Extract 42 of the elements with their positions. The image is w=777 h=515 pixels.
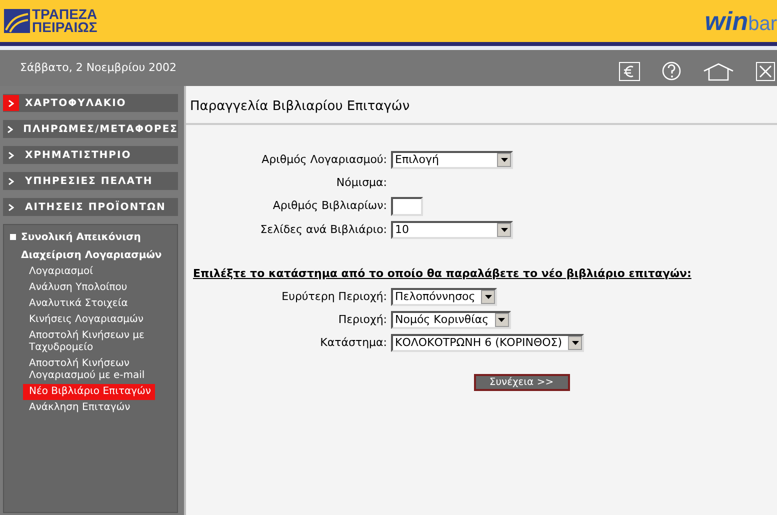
field-label: Σελίδες ανά Βιβλιάριο: (259, 222, 387, 238)
field-label: Νόμισμα: (335, 174, 387, 191)
field-label: Ευρύτερη Περιοχή: (280, 288, 387, 305)
dropdown[interactable]: Νομός Κορινθίας (391, 311, 511, 329)
field-label: Αριθμός Βιβλιαρίων: (272, 198, 387, 214)
submenu-link[interactable]: Αναλυτικά Στοιχεία (23, 296, 132, 312)
close-icon[interactable] (756, 62, 775, 81)
submenu-link[interactable]: Αποστολή Κινήσεων με Ταχυδρομείο (23, 328, 167, 356)
submenu-link[interactable]: Ανάλυση Υπολοίπου (23, 280, 132, 296)
submenu-group[interactable]: Διαχείριση Λογαριασμών (21, 246, 164, 264)
submenu-link[interactable]: Κινήσεις Λογαριασμών (23, 312, 148, 328)
submenu-link[interactable]: Λογαριασμοί (23, 264, 97, 280)
home-icon[interactable] (703, 63, 734, 81)
euro-icon[interactable] (619, 62, 640, 81)
section-heading: Επιλέξτε το κατάστημα από το οποίο θα παραλάβετε το νέο βιβλιάριο επιταγών: (193, 267, 692, 280)
help-icon[interactable] (662, 61, 681, 81)
date-text: Σάββατο, 2 Νοεμβρίου 2002 (20, 60, 177, 76)
menu-item[interactable]: ΧΑΡΤΟΦΥΛΑΚΙΟ (3, 94, 178, 112)
dropdown[interactable]: ΚΟΛΟΚΟΤΡΩΝΗ 6 (ΚΟΡΙΝΘΟΣ) (391, 334, 584, 352)
bullet-icon (10, 234, 16, 240)
chevron-icon (3, 95, 19, 111)
field-label: Κατάστημα: (319, 334, 387, 351)
field-label: Αριθμός Λογαριασμού: (260, 152, 387, 168)
menu-item[interactable]: ΧΡΗΜΑΤΙΣΤΗΡΙΟ (3, 146, 178, 164)
dropdown[interactable]: Επιλογή (391, 151, 513, 169)
brand-logo: winbar (704, 8, 777, 34)
submenu-heading[interactable]: Συνολική Απεικόνιση (4, 228, 177, 246)
dropdown[interactable]: 10 (391, 221, 513, 239)
bank-logo-text: ΠΕΙΡΑΙΩΣ (32, 21, 98, 34)
continue-button[interactable]: Συνέχεια >> (474, 374, 570, 391)
bank-logo-icon (4, 8, 30, 34)
menu-item[interactable]: ΠΛΗΡΩΜΕΣ/ΜΕΤΑΦΟΡΕΣ (3, 120, 178, 138)
submenu-link[interactable]: Ανάκληση Επιταγών (23, 400, 134, 416)
dropdown[interactable]: Πελοπόννησος (391, 288, 498, 306)
menu-item[interactable]: ΥΠΗΡΕΣΙΕΣ ΠΕΛΑΤΗ (3, 172, 178, 190)
bank-logo-text: ΤΡΑΠΕΖΑ (32, 8, 98, 21)
field-label: Περιοχή: (337, 312, 387, 328)
submenu-link[interactable]: Νέο Βιβλιάριο Επιταγών (23, 384, 155, 400)
input-field[interactable] (391, 197, 423, 216)
submenu-link[interactable]: Αποστολή Κινήσεων Λογαριασμού με e-mail (23, 356, 167, 384)
menu-item[interactable]: ΑΙΤΗΣΕΙΣ ΠΡΟΪΟΝΤΩΝ (3, 198, 178, 216)
page-title: Παραγγελία Βιβλιαρίου Επιταγών (190, 99, 410, 114)
